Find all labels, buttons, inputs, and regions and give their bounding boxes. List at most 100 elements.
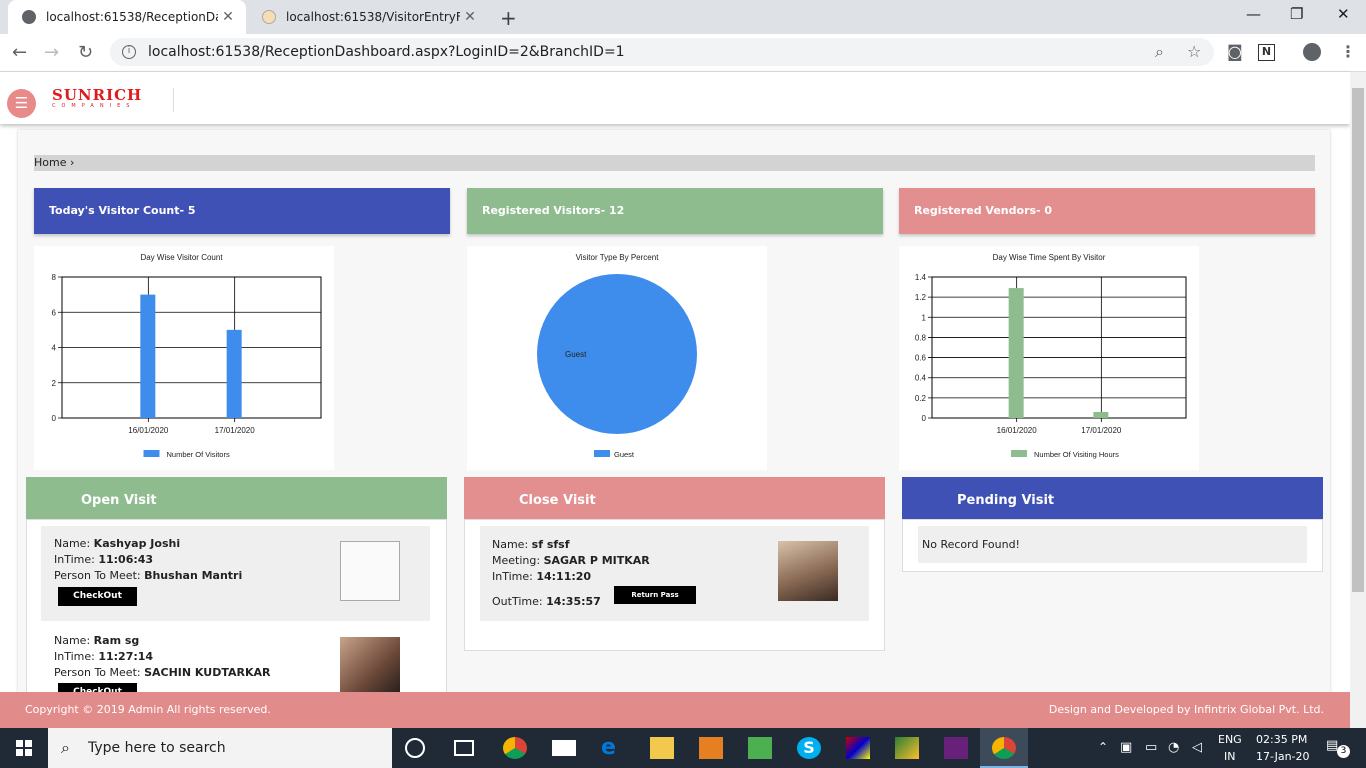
x-tick-label: 16/01/2020 (997, 426, 1038, 435)
reload-button[interactable]: ↻ (78, 42, 93, 63)
y-tick-label: 0.8 (915, 333, 927, 342)
slice-label: Guest (565, 350, 587, 359)
out-time-label: OutTime: (492, 595, 543, 608)
bar (1093, 411, 1109, 418)
globe-icon (22, 10, 36, 24)
taskbar-search-box[interactable]: ⌕ Type here to search (48, 728, 392, 768)
tab-reception-dashboard[interactable]: localhost:61538/ReceptionDashb ✕ (8, 0, 246, 34)
zoom-icon[interactable]: ⌕ (1155, 42, 1164, 62)
chrome-icon (992, 737, 1016, 759)
y-tick-label: 8 (52, 273, 57, 282)
scrollbar-thumb[interactable] (1352, 88, 1364, 592)
language-in[interactable]: IN (1224, 750, 1235, 763)
breadcrumb: Home › (34, 155, 1315, 171)
tab-title: localhost:61538/VisitorEntryForm (286, 10, 460, 24)
pending-visit-title: Pending Visit (957, 493, 1055, 508)
close-tab-icon[interactable]: ✕ (218, 9, 238, 25)
in-time: 14:11:20 (536, 570, 592, 583)
task-view-icon[interactable] (454, 740, 474, 756)
plot-frame (931, 276, 1187, 419)
y-tick-label: 0 (922, 414, 927, 423)
y-tick-label: 0.2 (915, 394, 927, 403)
legend-label: Number Of Visitors (167, 450, 230, 459)
back-button[interactable]: ← (12, 42, 27, 63)
clock-date[interactable]: 17-Jan-20 (1256, 750, 1310, 763)
address-bar[interactable]: i localhost:61538/ReceptionDashboard.asp… (110, 38, 1214, 66)
language-eng[interactable]: ENG (1218, 733, 1242, 746)
close-tab-icon[interactable]: ✕ (460, 9, 480, 25)
logo-main-text: SUNRICH (52, 86, 143, 104)
minimize-button[interactable]: — (1246, 5, 1261, 23)
bar (226, 329, 242, 418)
app-icon[interactable] (895, 737, 919, 759)
copyright-text: Copyright © 2019 Admin All rights reserv… (25, 703, 271, 716)
menu-kebab-icon[interactable]: ⋮ (1340, 42, 1356, 61)
outlook-icon[interactable] (699, 737, 723, 759)
page-header (0, 72, 1350, 124)
new-tab-button[interactable]: + (500, 6, 517, 30)
profile-icon[interactable] (1303, 43, 1321, 61)
in-time: 11:06:43 (98, 553, 154, 566)
registered-vendors-label: Registered Vendors- 0 (914, 204, 1053, 217)
mail-icon[interactable] (552, 740, 576, 756)
legend-swatch (594, 450, 610, 457)
pending-visit-header: Pending Visit (902, 477, 1323, 519)
checkout-button[interactable]: CheckOut (58, 683, 137, 692)
forward-button[interactable]: → (44, 42, 59, 63)
info-icon[interactable]: i (122, 45, 136, 59)
visual-studio-icon[interactable] (944, 737, 968, 759)
tray-chevron-icon[interactable]: ⌃ (1098, 740, 1108, 754)
sunrich-logo[interactable]: SUNRICH COMPANIES (52, 88, 174, 112)
name-label: Name: (54, 537, 91, 550)
skype-icon[interactable]: S (797, 737, 821, 759)
tab-visitor-entry[interactable]: localhost:61538/VisitorEntryForm ✕ (248, 0, 488, 34)
paint-icon[interactable] (846, 737, 870, 759)
extension-n-icon[interactable]: N (1258, 44, 1275, 61)
clock-time[interactable]: 02:35 PM (1256, 733, 1307, 746)
hamburger-icon[interactable]: ☰ (7, 89, 36, 118)
wifi-icon[interactable]: ◔ (1168, 740, 1179, 755)
y-tick-label: 4 (52, 344, 57, 353)
x-tick-label: 17/01/2020 (1081, 426, 1122, 435)
close-window-button[interactable]: ✕ (1337, 5, 1350, 23)
checkout-button[interactable]: CheckOut (58, 587, 137, 606)
notepad-icon[interactable] (748, 737, 772, 759)
open-visit-header: Open Visit (26, 477, 447, 519)
person-to-meet-label: Person To Meet: (54, 569, 141, 582)
breadcrumb-home[interactable]: Home (34, 156, 66, 169)
file-explorer-icon[interactable] (650, 737, 674, 759)
return-pass-button[interactable]: Return Pass (614, 586, 696, 604)
y-tick-label: 2 (52, 379, 57, 388)
close-visit-title: Close Visit (519, 493, 596, 508)
person-to-meet-label: Person To Meet: (54, 666, 141, 679)
in-time-label: InTime: (492, 570, 533, 583)
bookmark-star-icon[interactable]: ☆ (1187, 42, 1201, 61)
visitor-type-chart: Visitor Type By Percent Guest Guest (467, 246, 767, 470)
maximize-button[interactable]: ❐ (1290, 5, 1303, 23)
y-tick-label: 1 (922, 313, 927, 322)
y-tick-label: 1.2 (915, 293, 927, 302)
windows-start-icon[interactable] (16, 740, 32, 756)
breadcrumb-separator: › (69, 156, 75, 169)
camera-extension-icon[interactable]: ◙ (1227, 42, 1243, 61)
chrome-active-taskbar[interactable] (980, 728, 1028, 768)
in-time: 11:27:14 (98, 650, 154, 663)
legend-label: Guest (614, 450, 635, 459)
tray-app-icon[interactable]: ▣ (1120, 740, 1132, 755)
close-visit-header: Close Visit (464, 477, 885, 519)
visitor-name: Kashyap Joshi (93, 537, 181, 550)
volume-icon[interactable]: ◁ (1192, 740, 1202, 755)
y-tick-label: 0.6 (915, 354, 927, 363)
notification-count: 3 (1337, 745, 1350, 758)
legend-swatch (143, 450, 160, 457)
edge-icon[interactable]: e (601, 737, 625, 759)
in-time-label: InTime: (54, 553, 95, 566)
visitor-photo (778, 541, 838, 601)
chrome-taskbar-icon[interactable] (503, 737, 527, 759)
meeting-label: Meeting: (492, 554, 541, 567)
cortana-icon[interactable] (405, 738, 425, 758)
no-record-message: No Record Found! (918, 526, 1307, 563)
battery-icon[interactable]: ▭ (1145, 740, 1157, 755)
visitor-name: Ram sg (93, 634, 140, 647)
name-label: Name: (492, 538, 529, 551)
